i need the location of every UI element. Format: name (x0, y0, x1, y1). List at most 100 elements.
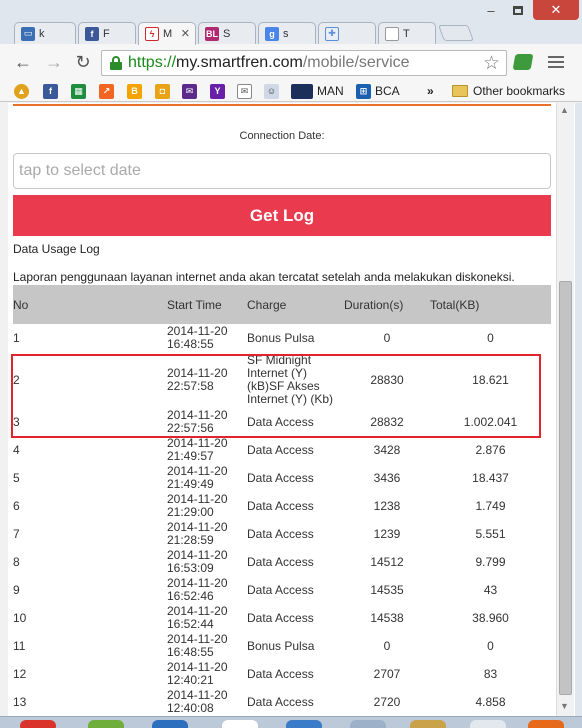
scroll-down-icon[interactable]: ▼ (560, 701, 569, 711)
bookmark-man[interactable]: MAN (291, 83, 344, 99)
cell-start-time-time: 22:57:56 (167, 421, 214, 435)
taskbar-app-8[interactable] (470, 720, 506, 728)
cell-start-time-date: 2014-11-20 (167, 688, 228, 702)
cell-start-time: 2014-11-20 21:49:49 (167, 464, 247, 492)
tab-label: S (223, 27, 231, 40)
chart-icon: ↗ (99, 83, 114, 99)
browser-tab-7[interactable]: T (378, 22, 436, 44)
table-row: 4 2014-11-20 21:49:57 Data Access 3428 2.876 (13, 436, 551, 464)
bookmark-5[interactable]: B (127, 83, 142, 99)
cell-charge: Data Access (247, 576, 344, 604)
window-close-button[interactable]: ✕ (533, 0, 579, 20)
bookmark-3[interactable]: ▦ (71, 83, 86, 99)
taskbar-app-7[interactable] (410, 720, 446, 728)
cell-start-time: 2014-11-20 12:40:21 (167, 660, 247, 688)
reload-button[interactable]: ↻ (72, 51, 94, 73)
bookmark-2[interactable]: f (43, 83, 58, 99)
cell-start-time: 2014-11-20 16:48:55 (167, 632, 247, 660)
browser-tab-1[interactable]: ▭ k (14, 22, 76, 44)
taskbar-app-9[interactable] (528, 720, 564, 728)
cell-duration-duration: 2707 (373, 666, 401, 681)
cell-start-time: 2014-11-20 16:52:44 (167, 604, 247, 632)
bookmark-1[interactable]: ▲ (14, 83, 29, 99)
browser-tab-6[interactable]: ✚ (318, 22, 376, 44)
cell-duration: 1239 (344, 520, 430, 548)
cell-charge-charge: Data Access (247, 526, 314, 541)
back-button[interactable]: ← (12, 51, 34, 73)
col-header-charge: Charge (247, 285, 344, 324)
col-header-no: No (13, 285, 167, 324)
bookmark-10[interactable]: ☺ (264, 83, 279, 99)
cell-duration-duration: 28832 (370, 414, 404, 429)
extension-icon[interactable] (512, 54, 534, 70)
browser-tab-4[interactable]: BL S (198, 22, 256, 44)
connection-date-input[interactable] (13, 153, 551, 189)
cell-start-time-date: 2014-11-20 (167, 548, 228, 562)
frame-icon: ◘ (155, 83, 170, 99)
cell-total-total: 5.551 (475, 526, 506, 541)
bookmark-bca[interactable]: ⊞ BCA (356, 83, 400, 99)
chrome-menu-icon[interactable] (548, 56, 564, 68)
cell-duration: 0 (344, 324, 430, 352)
smartfren-icon: ϟ (145, 27, 159, 41)
cell-charge: Data Access (247, 464, 344, 492)
cell-no-no: 12 (13, 666, 27, 681)
cell-start-time-time: 21:49:49 (167, 477, 214, 491)
bookmark-6[interactable]: ◘ (155, 83, 170, 99)
close-tab-icon[interactable]: ✕ (181, 27, 190, 40)
minimize-button[interactable]: – (478, 0, 504, 20)
cell-total-total: 18.621 (472, 372, 509, 387)
cell-charge-charge: Data Access (247, 582, 314, 597)
taskbar-app-5[interactable] (286, 720, 322, 728)
table-row: 11 2014-11-20 16:48:55 Bonus Pulsa 0 0 (13, 632, 551, 660)
bookmark-star-icon[interactable]: ☆ (483, 52, 500, 75)
new-tab-button[interactable] (438, 25, 474, 41)
cell-start-time-date: 2014-11-20 (167, 408, 228, 422)
man-icon (291, 83, 313, 99)
table-row: 1 2014-11-20 16:48:55 Bonus Pulsa 0 0 (13, 324, 551, 352)
cell-duration: 2707 (344, 660, 430, 688)
taskbar-app-2[interactable] (88, 720, 124, 728)
browser-tab-5[interactable]: g s (258, 22, 316, 44)
cell-total: 2.876 (430, 436, 551, 464)
cell-start-time: 2014-11-20 16:53:09 (167, 548, 247, 576)
cell-duration-duration: 14535 (370, 582, 404, 597)
cell-total-total: 9.799 (475, 554, 506, 569)
cell-start-time: 2014-11-20 21:29:00 (167, 492, 247, 520)
bookmark-8[interactable]: Y (210, 83, 225, 99)
col-header-duration: Duration(s) (344, 285, 430, 324)
cell-no-no: 11 (13, 638, 26, 653)
bookmarks-overflow-button[interactable]: » (427, 83, 434, 99)
address-bar[interactable]: https://my.smartfren.com/mobile/service … (101, 50, 507, 76)
tab-label: T (403, 27, 410, 40)
taskbar-app-6[interactable] (350, 720, 386, 728)
taskbar-app-1[interactable] (20, 720, 56, 728)
bookmark-9[interactable]: ✉ (237, 83, 252, 99)
cell-start-time-date: 2014-11-20 (167, 632, 228, 646)
bookmark-7[interactable]: ✉ (182, 83, 197, 99)
cell-duration-duration: 0 (383, 638, 391, 653)
get-log-button[interactable]: Get Log (13, 195, 551, 236)
taskbar-app-4[interactable] (222, 720, 258, 728)
page-icon (385, 26, 399, 41)
table-row: 10 2014-11-20 16:52:44 Data Access 14538 38.9… (13, 604, 551, 632)
cell-no-no: 3 (13, 414, 20, 429)
scrollbar-thumb[interactable] (559, 281, 572, 695)
maximize-button[interactable] (505, 0, 531, 20)
forward-button[interactable]: → (43, 51, 65, 73)
scroll-up-icon[interactable]: ▲ (560, 105, 569, 115)
taskbar-app-3[interactable] (152, 720, 188, 728)
lock-icon (110, 56, 122, 70)
cell-start-time-date: 2014-11-20 (167, 604, 228, 618)
cell-duration-duration: 0 (383, 330, 391, 345)
cell-charge: Data Access (247, 436, 344, 464)
browser-tab-3-active[interactable]: ϟ M ✕ (138, 22, 196, 45)
browser-tab-2[interactable]: f F (78, 22, 136, 44)
bookmark-4[interactable]: ↗ (99, 83, 114, 99)
other-bookmarks-folder[interactable]: Other bookmarks (452, 83, 565, 99)
cell-duration-duration: 1238 (373, 498, 401, 513)
arrow-right-icon: → (45, 51, 63, 72)
folder-icon (452, 85, 468, 97)
vertical-scrollbar[interactable]: ▲ ▼ (556, 103, 574, 716)
cell-total: 18.437 (430, 464, 551, 492)
